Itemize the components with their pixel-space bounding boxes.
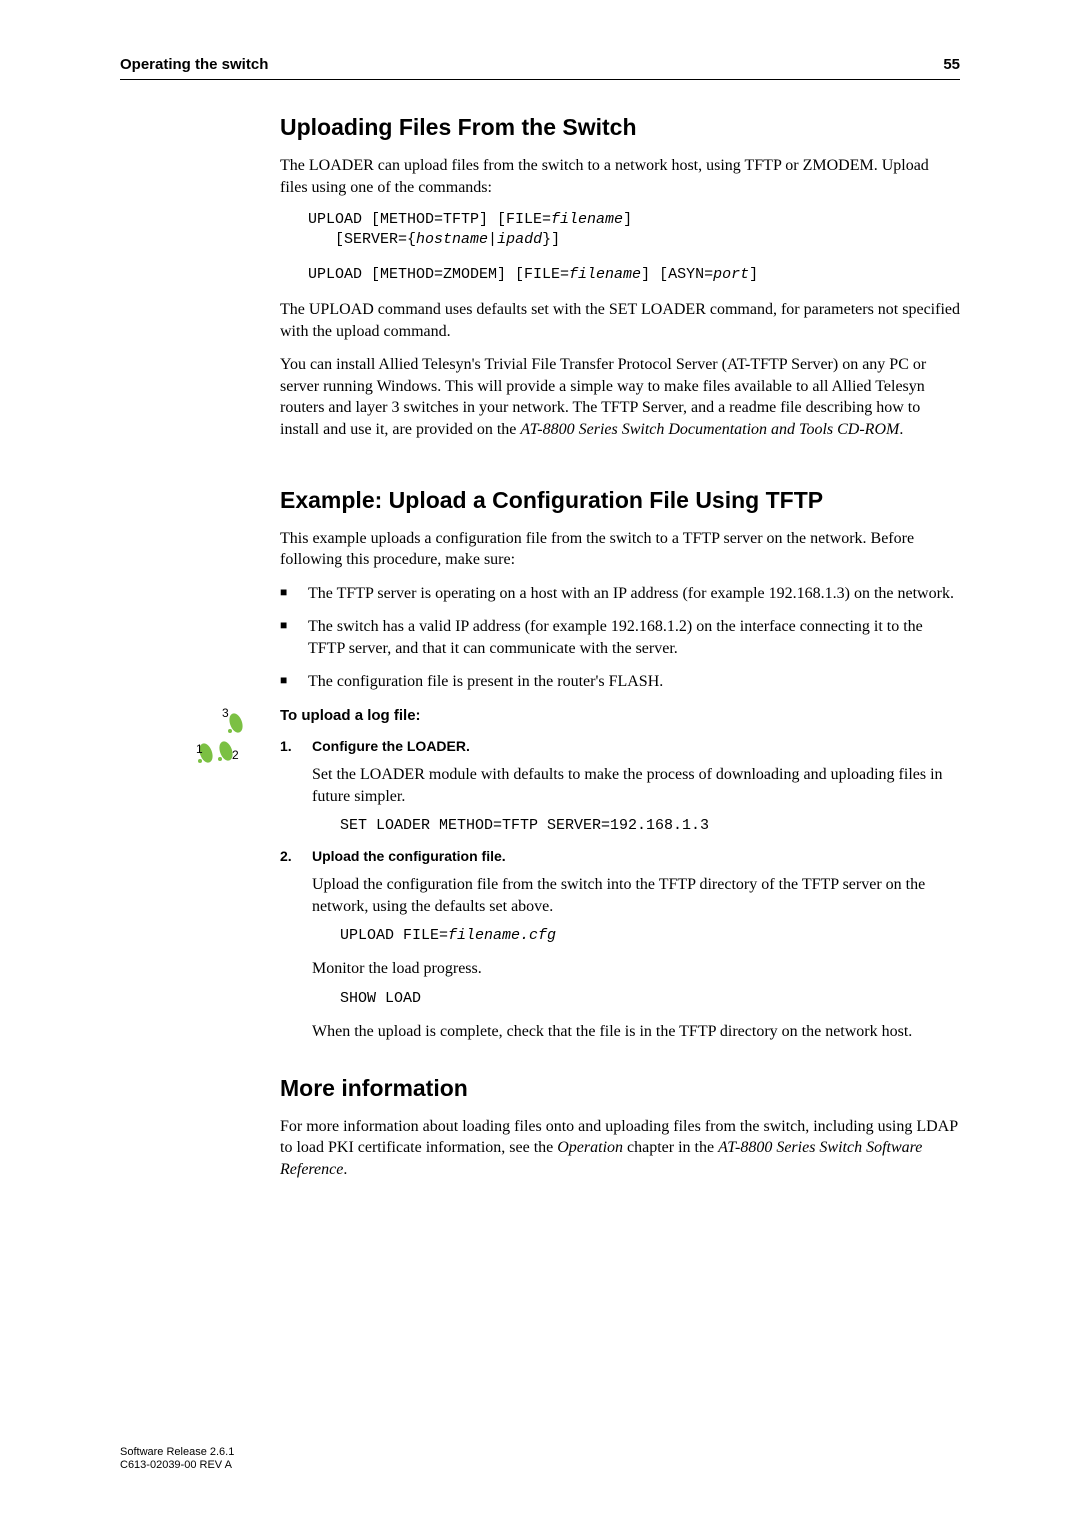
procedure-title: To upload a log file: (280, 707, 960, 724)
code-show-load: SHOW LOAD (340, 990, 960, 1007)
svg-text:1: 1 (196, 742, 203, 756)
para-example-intro: This example uploads a configuration fil… (280, 528, 960, 571)
procedure-steps: Configure the LOADER. Set the LOADER mod… (280, 738, 960, 1043)
list-item: The TFTP server is operating on a host w… (280, 583, 960, 605)
heading-example-upload: Example: Upload a Configuration File Usi… (280, 487, 960, 514)
para-at-tftp-server: You can install Allied Telesyn's Trivial… (280, 354, 960, 440)
step-body: Set the LOADER module with defaults to m… (312, 764, 960, 807)
para-loader-intro: The LOADER can upload files from the swi… (280, 155, 960, 198)
para-more-info: For more information about loading files… (280, 1116, 960, 1181)
code-set-loader: SET LOADER METHOD=TFTP SERVER=192.168.1.… (340, 817, 960, 834)
step-body: When the upload is complete, check that … (312, 1021, 960, 1043)
list-item: The configuration file is present in the… (280, 671, 960, 693)
procedure-steps-icon: 1 2 3 (196, 707, 256, 767)
code-upload-zmodem: UPLOAD [METHOD=ZMODEM] [FILE=filename] [… (308, 265, 960, 285)
page-header: Operating the switch 55 (120, 56, 960, 80)
step-title: Upload the configuration file. (312, 848, 960, 864)
code-upload-tftp: UPLOAD [METHOD=TFTP] [FILE=filename] [SE… (308, 210, 960, 251)
step-body: Monitor the load progress. (312, 958, 960, 980)
list-item: The switch has a valid IP address (for e… (280, 616, 960, 659)
prereq-list: The TFTP server is operating on a host w… (280, 583, 960, 693)
procedure-step: Configure the LOADER. Set the LOADER mod… (280, 738, 960, 834)
heading-more-info: More information (280, 1075, 960, 1102)
para-upload-defaults: The UPLOAD command uses defaults set wit… (280, 299, 960, 342)
code-upload-file: UPLOAD FILE=filename.cfg (340, 927, 960, 944)
header-title: Operating the switch (120, 56, 268, 73)
page-number: 55 (943, 56, 960, 73)
step-title: Configure the LOADER. (312, 738, 960, 754)
svg-text:2: 2 (232, 748, 239, 762)
footer-release: Software Release 2.6.1 (120, 1446, 234, 1459)
svg-text:3: 3 (222, 707, 229, 720)
procedure-step: Upload the configuration file. Upload th… (280, 848, 960, 1042)
footer-docid: C613-02039-00 REV A (120, 1459, 234, 1472)
step-body: Upload the configuration file from the s… (312, 874, 960, 917)
heading-uploading-files: Uploading Files From the Switch (280, 114, 960, 141)
page-footer: Software Release 2.6.1 C613-02039-00 REV… (120, 1446, 234, 1472)
